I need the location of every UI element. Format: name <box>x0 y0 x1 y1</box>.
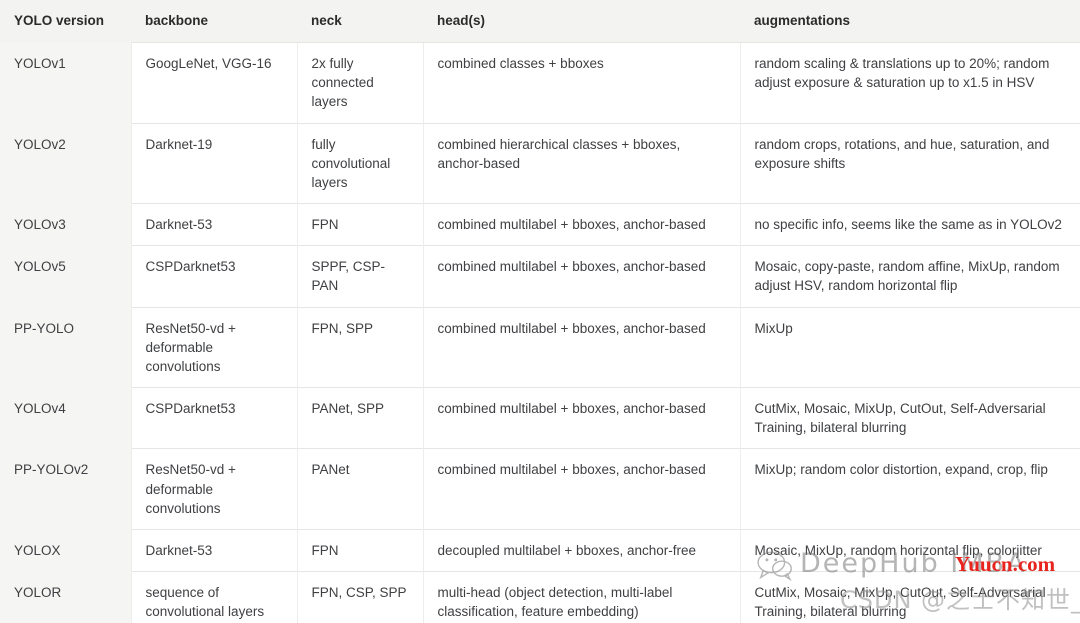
cell-neck: SPPF, CSP-PAN <box>296 245 423 308</box>
cell-neck: FPN <box>296 528 423 572</box>
table-body: YOLOv1 GoogLeNet, VGG-16 2x fully connec… <box>0 42 1080 623</box>
cell-version: YOLOv1 <box>0 42 131 124</box>
cell-backbone: ResNet50-vd + deformable convolutions <box>130 448 297 530</box>
cell-augmentations: no specific info, seems like the same as… <box>739 203 1080 246</box>
table-row: YOLOv1 GoogLeNet, VGG-16 2x fully connec… <box>0 42 1080 124</box>
cell-neck: PANet, SPP <box>296 387 423 449</box>
cell-neck: FPN, SPP <box>296 306 423 388</box>
cell-neck: PANet <box>296 448 423 530</box>
cell-version: YOLOv3 <box>0 203 131 246</box>
cell-backbone: Darknet-53 <box>130 528 297 572</box>
table-row: YOLOv4 CSPDarknet53 PANet, SPP combined … <box>0 387 1080 449</box>
cell-version: YOLOv2 <box>0 122 131 204</box>
cell-neck: FPN, CSP, SPP <box>296 570 423 623</box>
column-header-neck: neck <box>297 0 423 43</box>
cell-heads: decoupled multilabel + bboxes, anchor-fr… <box>422 528 740 572</box>
cell-augmentations: CutMix, Mosaic, MixUp, CutOut, Self-Adve… <box>739 570 1080 623</box>
table-screenshot: YOLO version backbone neck head(s) augme… <box>0 0 1080 623</box>
cell-neck: 2x fully connected layers <box>296 42 423 124</box>
cell-heads: combined multilabel + bboxes, anchor-bas… <box>422 203 740 246</box>
cell-augmentations: random crops, rotations, and hue, satura… <box>739 122 1080 204</box>
cell-heads: combined multilabel + bboxes, anchor-bas… <box>422 387 740 449</box>
table-row: PP-YOLO ResNet50-vd + deformable convolu… <box>0 306 1080 388</box>
cell-backbone: ResNet50-vd + deformable convolutions <box>130 306 297 388</box>
cell-augmentations: MixUp <box>739 306 1080 388</box>
header-row: YOLO version backbone neck head(s) augme… <box>0 0 1080 43</box>
table-row: YOLOR sequence of convolutional layers w… <box>0 570 1080 623</box>
cell-version: YOLOv4 <box>0 387 131 449</box>
cell-augmentations: MixUp; random color distortion, expand, … <box>739 448 1080 530</box>
column-header-augmentations: augmentations <box>740 0 1080 43</box>
cell-backbone: CSPDarknet53 <box>130 387 297 449</box>
cell-backbone: GoogLeNet, VGG-16 <box>130 42 297 124</box>
cell-version: YOLOv5 <box>0 245 131 308</box>
cell-heads: combined multilabel + bboxes, anchor-bas… <box>422 245 740 308</box>
cell-heads: combined hierarchical classes + bboxes, … <box>422 122 740 204</box>
cell-backbone: CSPDarknet53 <box>130 245 297 308</box>
column-header-heads: head(s) <box>423 0 740 43</box>
table-row: YOLOv5 CSPDarknet53 SPPF, CSP-PAN combin… <box>0 245 1080 308</box>
table-row: YOLOX Darknet-53 FPN decoupled multilabe… <box>0 528 1080 572</box>
cell-version: YOLOX <box>0 528 131 572</box>
cell-heads: multi-head (object detection, multi-labe… <box>422 570 740 623</box>
cell-augmentations: CutMix, Mosaic, MixUp, CutOut, Self-Adve… <box>739 387 1080 449</box>
cell-neck: fully convolutional layers <box>296 122 423 204</box>
cell-neck: FPN <box>296 203 423 246</box>
cell-heads: combined multilabel + bboxes, anchor-bas… <box>422 448 740 530</box>
cell-backbone: Darknet-19 <box>130 122 297 204</box>
table-header: YOLO version backbone neck head(s) augme… <box>0 0 1080 43</box>
cell-backbone: sequence of convolutional layers with do… <box>130 570 297 623</box>
cell-augmentations: Mosaic, copy-paste, random affine, MixUp… <box>739 245 1080 308</box>
table-row: PP-YOLOv2 ResNet50-vd + deformable convo… <box>0 448 1080 530</box>
cell-version: PP-YOLO <box>0 306 131 388</box>
cell-version: YOLOR <box>0 570 131 623</box>
column-header-backbone: backbone <box>131 0 297 43</box>
table-row: YOLOv3 Darknet-53 FPN combined multilabe… <box>0 203 1080 246</box>
cell-augmentations: Mosaic, MixUp, random horizontal flip, c… <box>739 528 1080 572</box>
table-row: YOLOv2 Darknet-19 fully convolutional la… <box>0 122 1080 204</box>
column-header-version: YOLO version <box>0 0 131 43</box>
yolo-comparison-table: YOLO version backbone neck head(s) augme… <box>0 0 1080 623</box>
cell-version: PP-YOLOv2 <box>0 448 131 530</box>
cell-backbone: Darknet-53 <box>130 203 297 246</box>
cell-heads: combined multilabel + bboxes, anchor-bas… <box>422 306 740 388</box>
cell-augmentations: random scaling & translations up to 20%;… <box>739 42 1080 124</box>
cell-heads: combined classes + bboxes <box>422 42 740 124</box>
